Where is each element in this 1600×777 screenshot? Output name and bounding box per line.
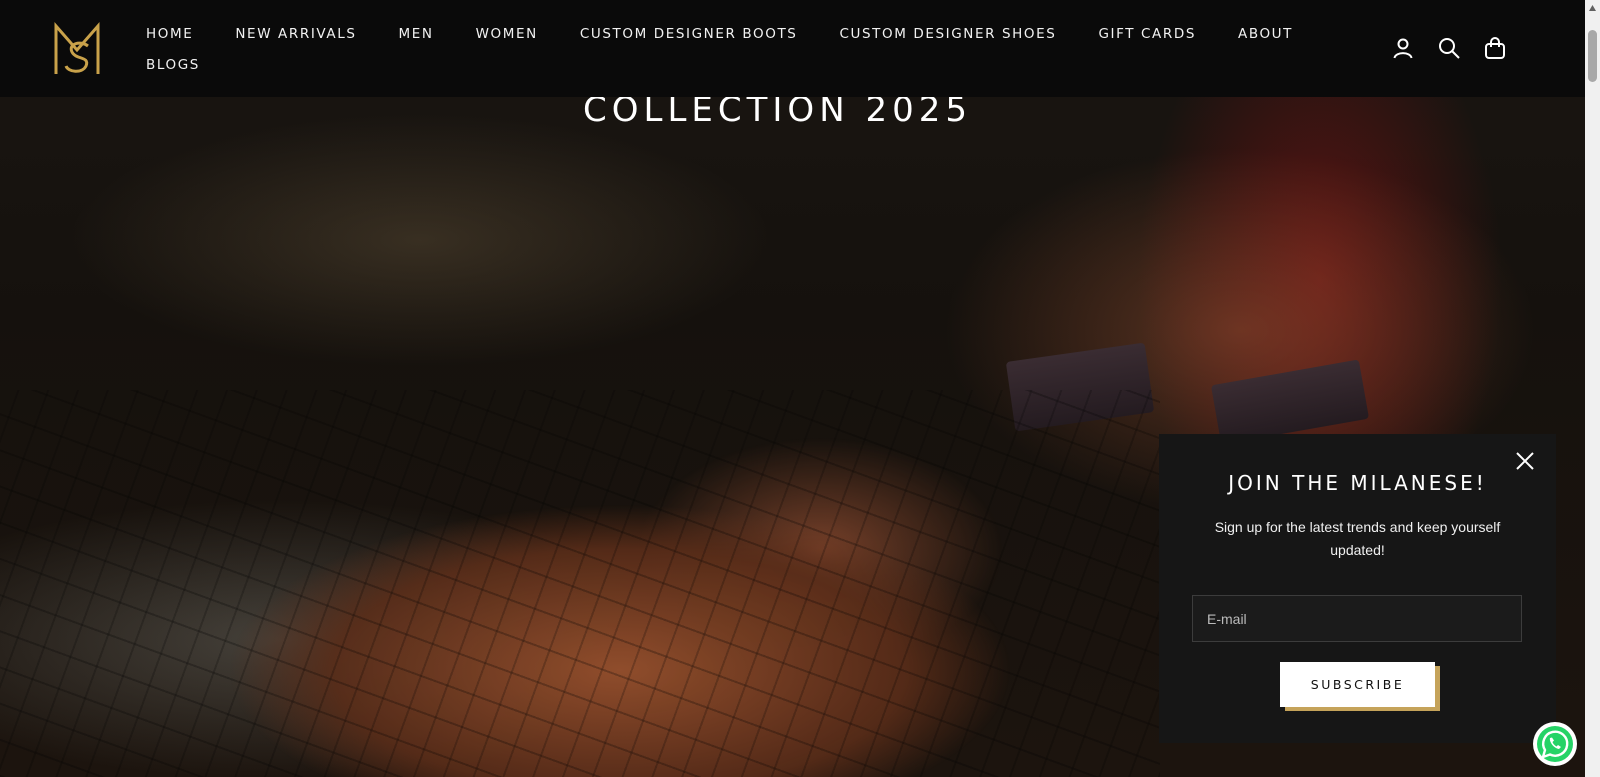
cart-bag-icon[interactable] (1483, 36, 1507, 60)
brand-logo[interactable] (54, 22, 100, 76)
nav-item-custom-designer-shoes[interactable]: CUSTOM DESIGNER SHOES (839, 24, 1056, 44)
main-navigation: HOME NEW ARRIVALS MEN WOMEN CUSTOM DESIG… (146, 24, 1346, 86)
whatsapp-icon (1537, 726, 1573, 762)
nav-item-women[interactable]: WOMEN (476, 24, 538, 44)
croc-leather-shoe-image (0, 390, 1160, 777)
shoe-last-block (1210, 359, 1370, 445)
account-icon[interactable] (1391, 36, 1415, 60)
email-field[interactable] (1192, 595, 1522, 642)
scroll-up-arrow-icon[interactable] (1588, 4, 1597, 12)
newsletter-popup: JOIN THE MILANESE! Sign up for the lates… (1159, 434, 1556, 743)
nav-item-men[interactable]: MEN (399, 24, 434, 44)
popup-title: JOIN THE MILANESE! (1228, 471, 1487, 495)
nav-item-new-arrivals[interactable]: NEW ARRIVALS (235, 24, 356, 44)
popup-description: Sign up for the latest trends and keep y… (1214, 519, 1501, 558)
close-icon[interactable] (1514, 450, 1536, 472)
nav-item-home[interactable]: HOME (146, 24, 193, 44)
search-icon[interactable] (1437, 36, 1461, 60)
subscribe-button[interactable]: SUBSCRIBE (1280, 662, 1435, 707)
whatsapp-chat-button[interactable] (1533, 722, 1577, 766)
nav-item-custom-designer-boots[interactable]: CUSTOM DESIGNER BOOTS (580, 24, 798, 44)
header-actions (1391, 36, 1507, 60)
scrollbar-thumb[interactable] (1588, 30, 1597, 82)
nav-item-blogs[interactable]: BLOGS (146, 55, 200, 75)
nav-item-gift-cards[interactable]: GIFT CARDS (1098, 24, 1196, 44)
page-scrollbar[interactable] (1585, 0, 1600, 777)
site-header: HOME NEW ARRIVALS MEN WOMEN CUSTOM DESIG… (0, 0, 1585, 97)
nav-item-about[interactable]: ABOUT (1238, 24, 1293, 44)
